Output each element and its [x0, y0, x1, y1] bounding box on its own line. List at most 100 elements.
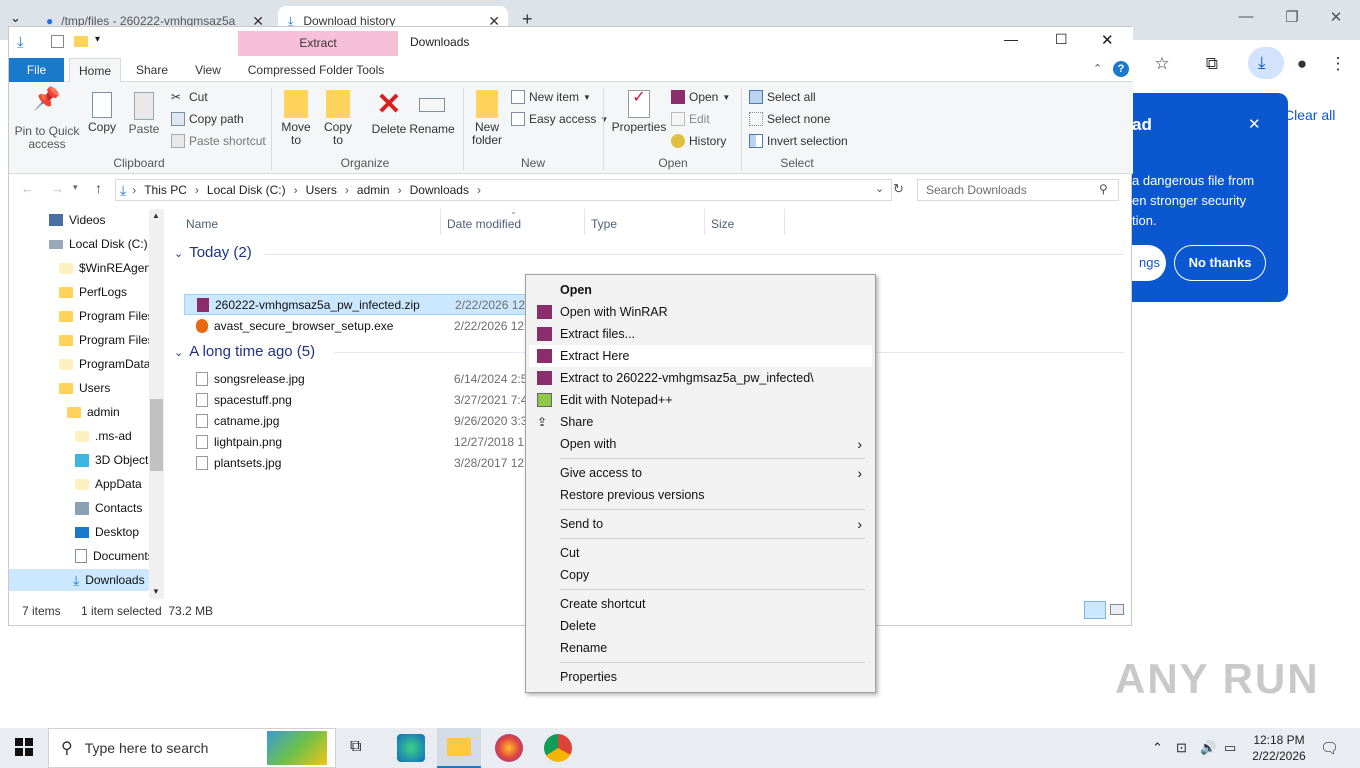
input-method-icon[interactable]: ▭ — [1224, 740, 1236, 756]
clock[interactable]: 12:18 PM 2/22/2026 — [1248, 732, 1310, 764]
chrome-tab-search-chevron-icon[interactable]: ⌄ — [10, 10, 21, 26]
easy-access-button[interactable]: Easy access ▼ — [511, 112, 608, 126]
quick-access-dropdown-icon[interactable]: ▾ — [95, 34, 100, 45]
tab-home[interactable]: Home — [69, 58, 121, 82]
menu-item-share[interactable]: ⇪ Share — [529, 411, 872, 433]
network-icon[interactable]: ⊡ — [1176, 740, 1187, 756]
menu-item-open[interactable]: Open — [529, 279, 872, 301]
menu-item-extract-to-folder[interactable]: Extract to 260222-vmhgmsaz5a_pw_infected… — [529, 367, 872, 389]
menu-item-extract-files[interactable]: Extract files... — [529, 323, 872, 345]
copy-to-button[interactable]: Copy to — [319, 90, 357, 147]
menu-item-extract-here[interactable]: Extract Here — [529, 345, 872, 367]
paste-shortcut-button[interactable]: Paste shortcut — [171, 134, 266, 148]
nav-item-3d-objects[interactable]: 3D Objects — [75, 449, 154, 471]
nav-item-contacts[interactable]: Contacts — [75, 497, 142, 519]
breadcrumb-downloads[interactable]: Downloads — [410, 183, 469, 197]
history-button[interactable]: History — [671, 134, 726, 148]
column-name[interactable]: Name — [186, 217, 218, 231]
nav-item-users[interactable]: Users — [59, 377, 110, 399]
new-folder-quick-icon[interactable] — [74, 36, 88, 47]
menu-item-send-to[interactable]: Send to › — [529, 513, 872, 535]
downloads-button[interactable]: ⤓ — [1248, 47, 1284, 79]
nav-item-appdata[interactable]: AppData — [75, 473, 142, 495]
extract-context-tab[interactable]: Extract — [238, 31, 398, 56]
delete-button[interactable]: ✕ Delete — [369, 90, 409, 136]
chrome-icon[interactable] — [544, 734, 572, 762]
nav-item-perflogs[interactable]: PerfLogs — [59, 281, 127, 303]
scrollbar-thumb[interactable] — [150, 399, 163, 471]
refresh-icon[interactable]: ↻ — [893, 181, 904, 197]
collapse-ribbon-icon[interactable]: ⌃ — [1093, 62, 1102, 75]
menu-item-give-access[interactable]: Give access to › — [529, 462, 872, 484]
breadcrumb-users[interactable]: Users — [306, 183, 337, 197]
new-folder-button[interactable]: New folder — [469, 90, 505, 147]
cut-button[interactable]: ✂ Cut — [171, 90, 208, 104]
copy-button[interactable]: Copy — [87, 92, 117, 134]
bookmark-star-icon[interactable]: ☆ — [1150, 54, 1174, 74]
breadcrumb-admin[interactable]: admin — [357, 183, 390, 197]
notifications-icon[interactable]: 🗨 — [1320, 739, 1339, 757]
no-thanks-button[interactable]: No thanks — [1174, 245, 1266, 281]
nav-item-documents[interactable]: Documents — [75, 545, 154, 567]
scroll-down-arrow-icon[interactable]: ▼ — [152, 587, 160, 596]
tab-compressed-folder-tools[interactable]: Compressed Folder Tools — [241, 58, 391, 82]
nav-scrollbar[interactable]: ▲ ▼ — [149, 209, 164, 599]
invert-selection-button[interactable]: Invert selection — [749, 134, 848, 148]
close-icon[interactable]: ✕ — [1248, 115, 1261, 133]
nav-item-videos[interactable]: Videos — [49, 209, 105, 231]
new-item-button[interactable]: New item ▼ — [511, 90, 591, 104]
menu-item-cut[interactable]: Cut — [529, 542, 872, 564]
address-bar[interactable]: ⤓ › This PC › Local Disk (C:) › Users › … — [115, 179, 892, 201]
copy-path-button[interactable]: Copy path — [171, 112, 244, 126]
maximize-button[interactable]: ☐ — [1055, 31, 1068, 48]
menu-item-delete[interactable]: Delete — [529, 615, 872, 637]
scroll-up-arrow-icon[interactable]: ▲ — [152, 211, 160, 220]
windows-start-icon[interactable] — [15, 738, 33, 756]
volume-icon[interactable]: 🔊 — [1200, 740, 1216, 756]
tab-view[interactable]: View — [185, 58, 231, 82]
move-to-button[interactable]: Move to — [277, 90, 315, 147]
taskbar-search-input[interactable]: ⚲ Type here to search — [48, 728, 336, 768]
tray-overflow-icon[interactable]: ⌃ — [1152, 740, 1163, 756]
nav-item-programdata[interactable]: ProgramData — [59, 353, 150, 375]
search-input[interactable]: Search Downloads — [917, 179, 1119, 201]
menu-item-open-with[interactable]: Open with › — [529, 433, 872, 455]
select-none-button[interactable]: Select none — [749, 112, 830, 126]
extensions-icon[interactable]: ⧉ — [1200, 54, 1224, 74]
details-view-icon[interactable] — [1084, 601, 1106, 619]
open-button[interactable]: Open ▼ — [671, 90, 730, 104]
nav-item-local-disk[interactable]: Local Disk (C:) — [49, 233, 148, 255]
chrome-restore-button[interactable]: ❐ — [1272, 8, 1312, 26]
nav-item-winreagent[interactable]: $WinREAgent — [59, 257, 154, 279]
popup-settings-button[interactable]: ngs — [1132, 245, 1166, 281]
chrome-close-button[interactable]: ✕ — [1316, 8, 1356, 26]
menu-item-open-with-winrar[interactable]: Open with WinRAR — [529, 301, 872, 323]
menu-item-copy[interactable]: Copy — [529, 564, 872, 586]
group-header-long-ago[interactable]: ⌄ A long time ago (5) — [174, 343, 315, 360]
menu-item-create-shortcut[interactable]: Create shortcut — [529, 593, 872, 615]
help-icon[interactable]: ? — [1113, 61, 1129, 77]
select-all-button[interactable]: Select all — [749, 90, 816, 104]
menu-item-rename[interactable]: Rename — [529, 637, 872, 659]
file-explorer-taskbar-button[interactable] — [437, 728, 481, 768]
menu-item-edit-notepadpp[interactable]: Edit with Notepad++ — [529, 389, 872, 411]
properties-quick-icon[interactable] — [51, 35, 64, 48]
up-arrow-icon[interactable]: ↑ — [95, 180, 102, 196]
profile-icon[interactable]: ● — [1290, 54, 1314, 74]
clear-all-link[interactable]: Clear all — [1284, 107, 1335, 123]
edit-button[interactable]: Edit — [671, 112, 710, 126]
nav-item-program-files-x86[interactable]: Program Files — [59, 329, 154, 351]
nav-item-program-files[interactable]: Program Files — [59, 305, 154, 327]
nav-item-desktop[interactable]: Desktop — [75, 521, 139, 543]
column-size[interactable]: Size — [711, 217, 734, 231]
paste-button[interactable]: Paste — [127, 92, 161, 136]
chrome-menu-icon[interactable]: ⋮ — [1326, 54, 1350, 74]
column-type[interactable]: Type — [591, 217, 617, 231]
large-icons-view-icon[interactable] — [1110, 604, 1124, 615]
menu-item-properties[interactable]: Properties — [529, 666, 872, 688]
breadcrumb-this-pc[interactable]: This PC — [144, 183, 187, 197]
menu-item-restore-versions[interactable]: Restore previous versions — [529, 484, 872, 506]
nav-item-admin[interactable]: admin — [67, 401, 120, 423]
chrome-minimize-button[interactable]: — — [1226, 8, 1266, 25]
firefox-icon[interactable] — [495, 734, 523, 762]
